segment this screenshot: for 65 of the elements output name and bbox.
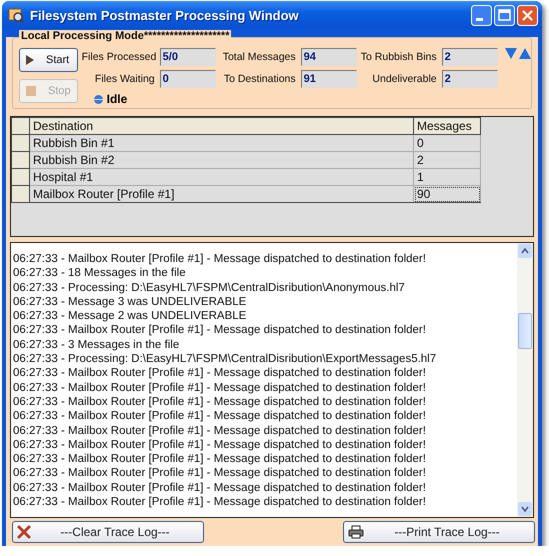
window-title: Filesystem Postmaster Processing Window: [30, 8, 300, 22]
log-line: 06:27:33 - Mailbox Router [Profile #1] - Message dispatched to destination folder!: [13, 438, 427, 452]
row-header[interactable]: [12, 152, 30, 168]
stat-field: 2: [442, 48, 498, 66]
log-line: 06:27:33 - Mailbox Router [Profile #1] - Message dispatched to destination folder!: [13, 495, 427, 510]
play-icon: [26, 55, 34, 65]
log-line: 06:27:33 - Mailbox Router [Profile #1] - Message dispatched to destination folder!: [13, 409, 427, 424]
print-log-button[interactable]: ---Print Trace Log---: [343, 521, 535, 543]
log-line: 06:27:33 - Mailbox Router [Profile #1] - Message dispatched to destination folder!: [13, 394, 427, 410]
stat-label: To Rubbish Bins: [360, 51, 438, 63]
close-button[interactable]: [517, 4, 538, 26]
scroll-thumb[interactable]: [518, 313, 532, 349]
stat-field: 0: [160, 70, 216, 88]
table-cell: Hospital #1: [30, 168, 414, 186]
log-line: 06:27:33 - Mailbox Router [Profile #1] - Message dispatched to destination folder!: [13, 366, 427, 381]
minimize-button[interactable]: [471, 4, 492, 26]
app-icon: [8, 7, 24, 23]
clear-log-button[interactable]: ---Clear Trace Log---: [12, 521, 204, 543]
table-cell: Rubbish Bin #2: [30, 152, 414, 168]
group-title: Local Processing Mode********************: [19, 30, 232, 42]
log-line: 06:27:33 - Mailbox Router [Profile #1] - Message dispatched to destination folder!: [13, 252, 427, 266]
log-line: 06:27:33 - Processing: D:\EasyHL7\FSPM\CentralDisribution\ExportMessages5.hl7: [13, 352, 438, 366]
status-text: Idle: [106, 92, 128, 106]
printer-icon: [348, 525, 364, 539]
close-icon: [17, 525, 31, 539]
row-header[interactable]: [12, 186, 30, 202]
column-header[interactable]: Messages: [414, 118, 480, 134]
table-cell: Mailbox Router [Profile #1]: [30, 186, 414, 202]
log-line: 06:27:33 - Message 3 was UNDELIVERABLE: [13, 294, 248, 310]
table-cell: 1: [414, 168, 480, 186]
log-line: 06:27:33 - Mailbox Router [Profile #1] - Message dispatched to destination folder!: [13, 452, 427, 466]
stat-label: Files Processed: [82, 51, 158, 63]
column-header[interactable]: Destination: [30, 118, 414, 134]
stat-field: 94: [300, 48, 357, 66]
log-line: 06:27:33 - Processing: D:\EasyHL7\FSPM\CentralDisribution\Anonymous.hl7: [13, 280, 406, 295]
status-icon: [94, 94, 103, 104]
down-arrow-icon[interactable]: [504, 48, 517, 59]
row-header[interactable]: [12, 134, 30, 152]
stat-label: Files Waiting: [94, 73, 156, 85]
table-cell: 90: [414, 186, 480, 202]
stop-icon: [26, 86, 36, 96]
stat-field: 5/0: [160, 48, 216, 66]
log-line: 06:27:33 - Mailbox Router [Profile #1] - Message dispatched to destination folder!: [13, 466, 427, 481]
table-cell: 2: [414, 152, 480, 168]
stat-field: 91: [300, 70, 357, 88]
scroll-up-icon[interactable]: [517, 243, 533, 259]
maximize-button[interactable]: [494, 4, 515, 26]
table-cell: Rubbish Bin #1: [30, 134, 414, 152]
stat-label: To Destinations: [222, 73, 297, 85]
scrollbar[interactable]: [517, 243, 533, 517]
scroll-down-icon[interactable]: [517, 501, 533, 517]
stat-label: Total Messages: [222, 51, 297, 63]
stat-field: 2: [442, 70, 498, 88]
log-line: 06:27:33 - 3 Messages in the file: [13, 338, 180, 352]
row-header[interactable]: [12, 168, 30, 186]
up-arrow-icon[interactable]: [518, 48, 531, 59]
log-line: 06:27:33 - Mailbox Router [Profile #1] - Message dispatched to destination folder!: [13, 480, 427, 496]
log-line: 06:27:33 - Mailbox Router [Profile #1] - Message dispatched to destination folder!: [13, 380, 427, 395]
table-cell: 0: [414, 134, 480, 152]
start-button[interactable]: Start: [19, 48, 78, 72]
log-line: 06:27:33 - Message 2 was UNDELIVERABLE: [13, 309, 248, 324]
log-line: 06:27:33 - Mailbox Router [Profile #1] - Message dispatched to destination folder!: [13, 424, 427, 438]
log-line: 06:27:33 - Mailbox Router [Profile #1] - Message dispatched to destination folder!: [13, 323, 427, 338]
stat-label: Undeliverable: [371, 73, 438, 85]
log-line: 06:27:33 - 18 Messages in the file: [13, 266, 187, 281]
